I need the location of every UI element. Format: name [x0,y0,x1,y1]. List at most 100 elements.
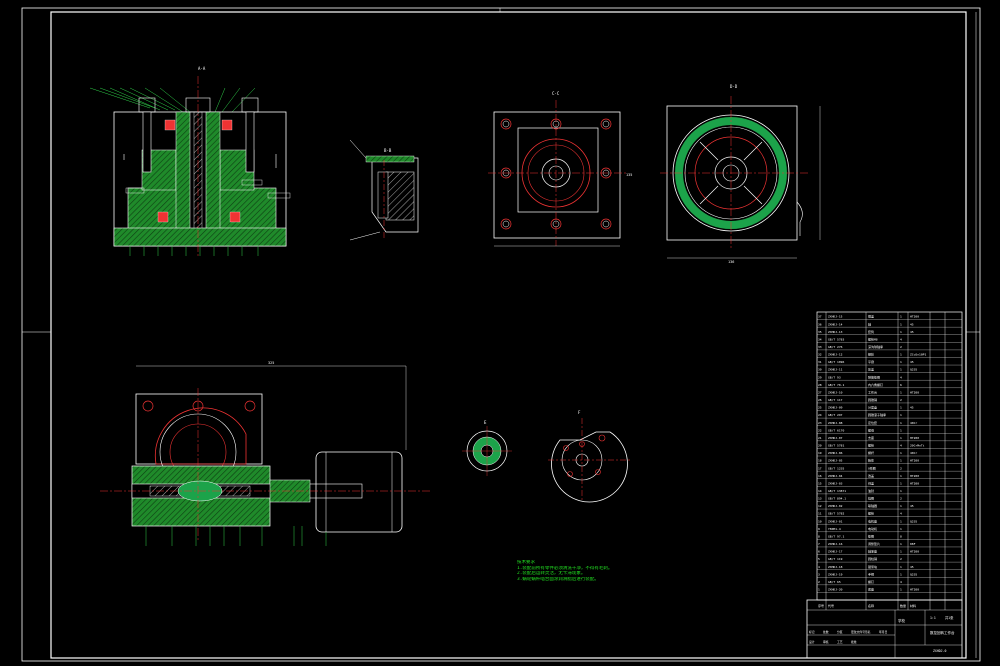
bom-cell-code: GB/T 276 [828,345,843,349]
bom-rows: 37 ZXHDJ-15 端盖 1 HT20036 ZXHDJ-14 轴 1 4535 ZXHDJ-… [809,314,962,644]
bom-cell-material: HT200 [910,474,919,478]
bom-cell-qty: 1 [900,315,902,319]
bom-cell-name: 定位套 [868,420,877,425]
bom-cell-code: GB/T 5781 [828,444,844,448]
bom-cell-name: 联轴器 [868,503,877,508]
bom-cell-no: 31 [818,360,822,364]
bom-cell-name: 锁紧块 [868,564,877,569]
bom-cell-code: ZXHDJ-19 [828,572,843,576]
view-label-f: F [578,410,581,415]
bom-cell-material: 08F [910,542,916,546]
bom-cell-code: ZXHDJ-04 [828,474,843,478]
bom-cell-name: 螺栓M8 [868,336,878,341]
bom-cell-qty: 1 [900,360,902,364]
bom-cell-name: 内六角螺钉 [868,382,883,387]
bom-cell-name: 弹簧垫圈 [868,374,880,379]
bom-cell-name: 调整垫片 [868,541,880,546]
bom-cell-name: 轴 [868,321,871,326]
bom-header-name: 名称 [868,603,874,608]
section-view-top-left: A-A [89,66,291,258]
bom-cell-name: 油封 [868,488,874,493]
bom-cell-code: ZXHDJ-15 [828,315,843,319]
bom-cell-name: 圆柱销 [868,556,877,561]
bom-cell-no: 16 [818,474,822,478]
bom-cell-code: Y80M1-4 [828,527,841,531]
bom-cell-code: GB/T 5783 [828,337,844,341]
bom-cell-material: 45 [910,406,914,410]
bom-cell-qty: 1 [900,504,902,508]
technical-notes: 技术要求 1.装配前所有零件必须清洗干净，不得有毛刺。 2.装配后运转灵活，无卡… [517,560,627,582]
bom-cell-no: 22 [818,428,822,432]
bom-cell-no: 14 [818,489,822,493]
bom-cell-qty: 1 [900,421,902,425]
title-block-drawing-title: 数控回转工作台 [930,630,955,635]
bom-cell-code: ZXHDJ-12 [828,353,843,357]
bom-cell-code: ZXHDJ-18 [828,565,843,569]
bom-cell-code: GB/T 894.1 [828,497,846,501]
bom-cell-code: ZXHDJ-13 [828,330,843,334]
bom-cell-no: 27 [818,390,822,394]
bom-cell-material: 45 [910,504,914,508]
bom-cell-qty: 1 [900,550,902,554]
bom-cell-code: GB/T 1096 [828,360,844,364]
title-block-unit: 学校 [898,618,906,623]
bom-cell-code: GB/T 117 [828,398,843,402]
view-label-c-c: C-C [552,91,560,96]
bom-cell-qty: 4 [900,512,902,516]
bom-cell-qty: 1 [900,330,902,334]
dim-plan-height: 135 [626,173,632,177]
bom-cell-code: ZXHDJ-08 [828,421,843,425]
bom-cell-qty: 1 [900,428,902,432]
bom-cell-qty: 1 [900,542,902,546]
bom-cell-qty: 1 [900,390,902,394]
bom-cell-name: 分度盘 [868,405,877,410]
bom-cell-name: 电机座 [868,518,877,523]
side-view: D-D 136 [660,84,821,264]
bom-cell-no: 25 [818,406,822,410]
dim-length-bottom: 325 [268,361,274,365]
bom-cell-no: 11 [818,512,822,516]
view-label-a-a: A-A [198,66,206,71]
bom-cell-code: ZXHDJ-06 [828,451,843,455]
bom-cell-name: 套筒 [868,329,874,334]
bom-cell-code: ZXHDJ-07 [828,436,843,440]
bom-cell-material: Q235 [910,368,917,372]
bom-cell-code: ZXHDJ-20 [828,588,843,592]
bom-cell-qty: 1 [900,322,902,326]
bom-cell-no: 21 [818,436,822,440]
bom-cell-code: GB/T 119 [828,557,843,561]
bom-cell-qty: 1 [900,481,902,485]
title-block-label: 更改文件号 [851,630,865,634]
bom-cell-code: ZXHDJ-01 [828,519,843,523]
title-block-label: 签名 [865,630,871,634]
title-block-scale: 1:1 [930,616,936,620]
bom-cell-qty: 4 [900,337,902,341]
bom-cell-no: 37 [818,315,822,319]
title-block-label: 设计 [809,640,815,644]
bom-cell-qty: 1 [900,436,902,440]
bom-cell-qty: 2 [900,398,902,402]
bom-cell-qty: 1 [900,519,902,523]
bom-cell-code: GB/T 93 [828,375,841,379]
bom-cell-no: 17 [818,466,822,470]
bom-cell-no: 34 [818,337,822,341]
bom-cell-name: 轴承座 [868,549,877,554]
bom-cell-material: 45 [910,330,914,334]
bom-cell-qty: 1 [900,565,902,569]
bom-cell-name: 深沟球轴承 [868,344,883,349]
bom-cell-name: 蜗轮 [868,352,874,357]
bom-cell-name: 电动机 [868,526,877,531]
bom-cell-no: 12 [818,504,822,508]
bom-cell-material: 45 [910,360,914,364]
bom-cell-no: 32 [818,353,822,357]
bom-cell-material: HT200 [910,315,919,319]
bom-cell-no: 30 [818,368,822,372]
bom-cell-name: 手柄 [868,571,874,576]
bom-cell-material: 20CrMnTi [910,444,925,448]
bom-cell-code: GB/T 1235 [828,466,844,470]
bom-cell-qty: 8 [900,534,902,538]
bom-cell-name: 蜗杆 [868,450,874,455]
view-label-b-b: B-B [384,148,392,153]
small-disk-view: E [462,420,512,476]
bom-cell-qty: 2 [900,466,902,470]
